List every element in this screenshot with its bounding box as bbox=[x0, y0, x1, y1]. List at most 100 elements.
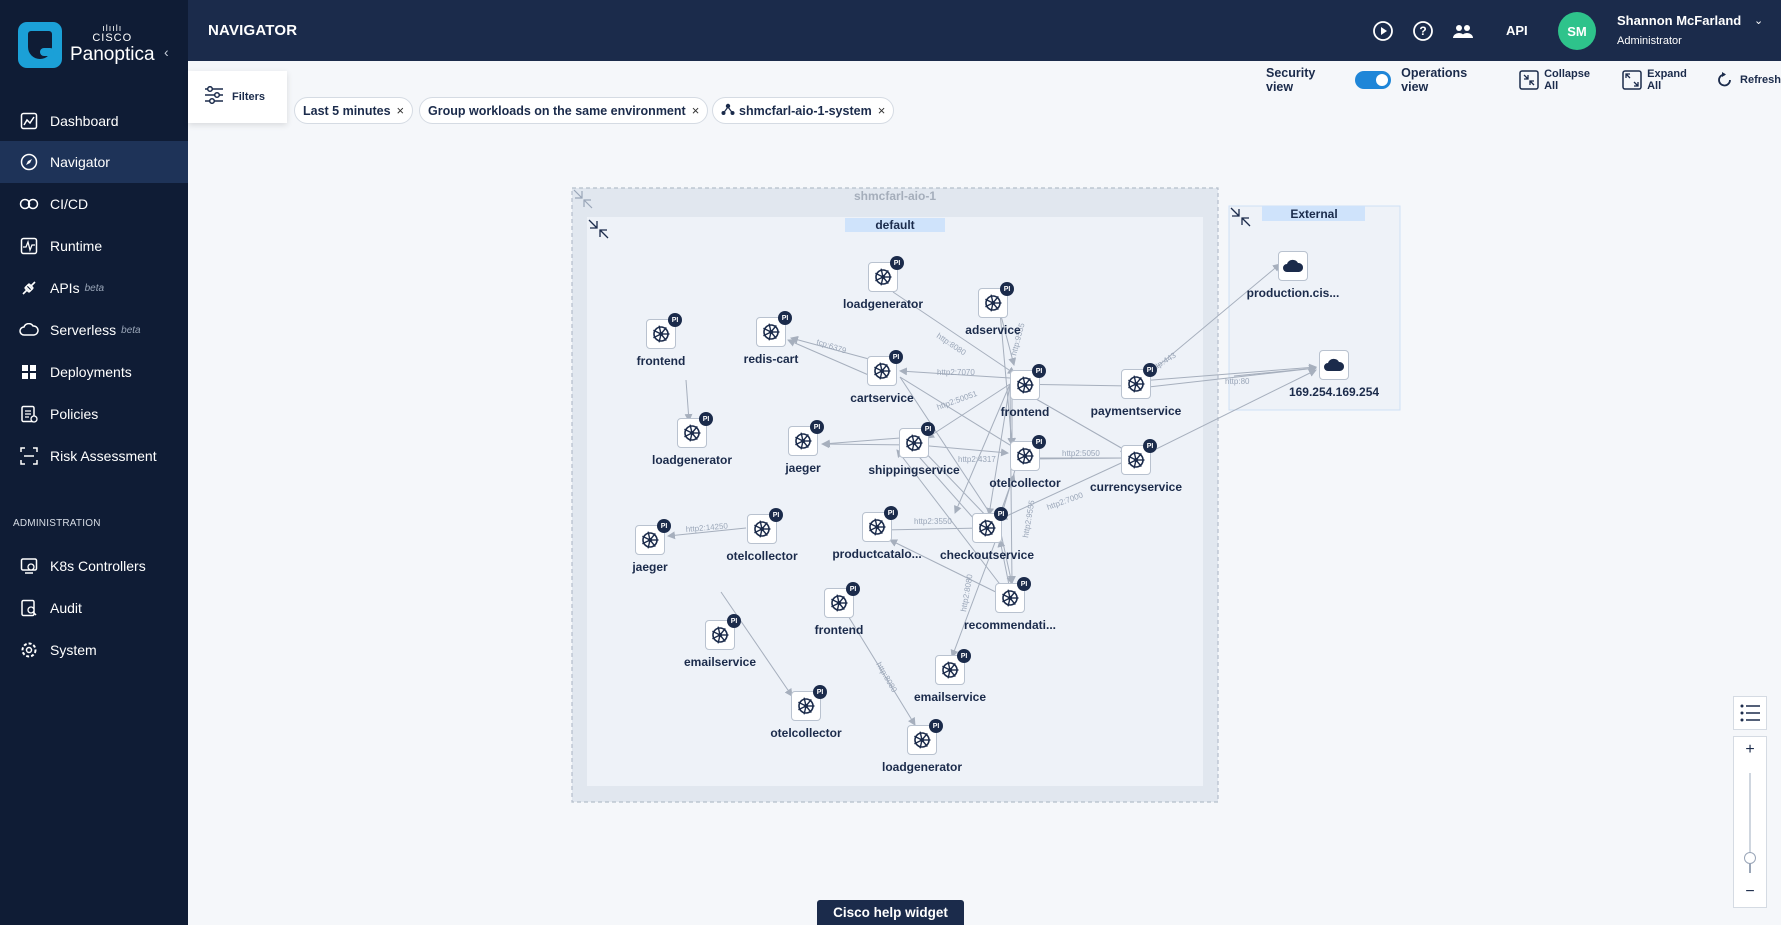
sidebar-item-runtime[interactable]: Runtime bbox=[0, 225, 188, 267]
close-icon[interactable]: × bbox=[878, 103, 886, 118]
workload-node-otel1[interactable]: PI bbox=[1010, 435, 1046, 471]
workload-node-label[interactable]: recommendati... bbox=[964, 618, 1056, 632]
workload-node-label[interactable]: emailservice bbox=[914, 690, 986, 704]
workload-node-ad[interactable]: PI bbox=[978, 282, 1014, 318]
workload-node-label[interactable]: frontend bbox=[637, 354, 686, 368]
workload-node-otel2[interactable]: PI bbox=[747, 508, 783, 544]
workload-node-lg1[interactable]: PI bbox=[868, 256, 904, 292]
workload-node-ship[interactable]: PI bbox=[899, 422, 935, 458]
workload-node-email2[interactable]: PI bbox=[935, 649, 971, 685]
sidebar-item-risk-assessment[interactable]: Risk Assessment bbox=[0, 435, 188, 477]
workload-node-email1[interactable]: PI bbox=[705, 614, 741, 650]
operations-view-label[interactable]: Operations view bbox=[1401, 66, 1497, 94]
user-name[interactable]: Shannon McFarland bbox=[1617, 13, 1741, 28]
workload-node-label[interactable]: loadgenerator bbox=[652, 453, 732, 467]
workload-node-label[interactable]: currencyservice bbox=[1090, 480, 1182, 494]
sidebar-item-serverless[interactable]: Serverless beta bbox=[0, 309, 188, 351]
workload-node-rec[interactable]: PI bbox=[995, 577, 1031, 613]
workload-node-label[interactable]: frontend bbox=[815, 623, 864, 637]
refresh-button[interactable]: Refresh bbox=[1715, 70, 1781, 90]
brand[interactable]: ılıılı CISCO Panoptica bbox=[18, 22, 155, 68]
runtime-chart-icon bbox=[18, 235, 40, 257]
zoom-thumb[interactable] bbox=[1744, 852, 1756, 864]
cluster-collapse-icon[interactable] bbox=[573, 189, 593, 209]
chip-label: Group workloads on the same environment bbox=[428, 103, 686, 118]
cluster-node-icon bbox=[721, 102, 735, 119]
workload-node-prod[interactable]: PI bbox=[862, 506, 898, 542]
close-icon[interactable]: × bbox=[692, 103, 700, 118]
sidebar-item-deployments[interactable]: Deployments bbox=[0, 351, 188, 393]
workload-node-label[interactable]: frontend bbox=[1001, 405, 1050, 419]
workload-node-jg2[interactable]: PI bbox=[635, 519, 671, 555]
workload-node-label[interactable]: otelcollector bbox=[989, 476, 1060, 490]
workload-node-label[interactable]: otelcollector bbox=[770, 726, 841, 740]
namespace-collapse-icon[interactable] bbox=[588, 219, 609, 239]
pi-badge: PI bbox=[810, 420, 824, 434]
workload-node-curr[interactable]: PI bbox=[1121, 439, 1157, 475]
workload-node-label[interactable]: adservice bbox=[965, 323, 1020, 337]
sidebar-item-navigator[interactable]: Navigator bbox=[0, 141, 188, 183]
workload-node-fe2[interactable]: PI bbox=[1010, 364, 1046, 400]
collapse-all-button[interactable]: Collapse All bbox=[1519, 68, 1606, 92]
edge-label: http:8080 bbox=[935, 331, 968, 357]
sidebar-item-audit[interactable]: Audit bbox=[0, 587, 188, 629]
filters-button[interactable]: Filters bbox=[188, 71, 287, 123]
kubernetes-wheel-icon bbox=[829, 593, 849, 613]
workload-node-label[interactable]: loadgenerator bbox=[882, 760, 962, 774]
pi-badge: PI bbox=[813, 685, 827, 699]
legend-list-button[interactable] bbox=[1733, 696, 1767, 730]
workload-node-jg1[interactable]: PI bbox=[788, 420, 824, 456]
help-widget-button[interactable]: Cisco help widget bbox=[817, 900, 964, 925]
sidebar-item-apis[interactable]: APIs beta bbox=[0, 267, 188, 309]
external-collapse-icon[interactable] bbox=[1230, 207, 1251, 227]
workload-node-label[interactable]: emailservice bbox=[684, 655, 756, 669]
sidebar-item-cicd[interactable]: CI/CD bbox=[0, 183, 188, 225]
users-icon[interactable] bbox=[1450, 18, 1476, 44]
help-icon[interactable]: ? bbox=[1410, 18, 1436, 44]
workload-node-lg2[interactable]: PI bbox=[677, 412, 713, 448]
play-tour-icon[interactable] bbox=[1370, 18, 1396, 44]
avatar[interactable]: SM bbox=[1558, 12, 1596, 50]
workload-node-label[interactable]: otelcollector bbox=[726, 549, 797, 563]
workload-node-label[interactable]: paymentservice bbox=[1091, 404, 1182, 418]
workload-node-co[interactable]: PI bbox=[972, 507, 1008, 543]
workload-node-label[interactable]: cartservice bbox=[850, 391, 913, 405]
workload-node-label[interactable]: redis-cart bbox=[744, 352, 799, 366]
workload-node-label[interactable]: jaeger bbox=[632, 560, 667, 574]
sidebar-collapse-button[interactable]: ‹ bbox=[164, 44, 169, 60]
sidebar-item-policies[interactable]: Policies bbox=[0, 393, 188, 435]
sidebar-item-system[interactable]: System bbox=[0, 629, 188, 671]
external-node-ext1[interactable] bbox=[1278, 251, 1308, 281]
kubernetes-wheel-icon bbox=[761, 322, 781, 342]
sidebar-item-label: CI/CD bbox=[50, 196, 89, 212]
workload-node-cart[interactable]: PI bbox=[867, 350, 903, 386]
workload-node-pay[interactable]: PI bbox=[1121, 363, 1157, 399]
workload-node-label[interactable]: shippingservice bbox=[868, 463, 959, 477]
view-toggle[interactable] bbox=[1355, 71, 1392, 89]
sidebar-item-dashboard[interactable]: Dashboard bbox=[0, 100, 188, 142]
svg-text:?: ? bbox=[1419, 24, 1426, 38]
security-view-label[interactable]: Security view bbox=[1266, 66, 1345, 94]
chevron-down-icon[interactable]: ⌄ bbox=[1754, 14, 1763, 27]
zoom-out-button[interactable]: − bbox=[1734, 883, 1766, 903]
external-node-label[interactable]: 169.254.169.254 bbox=[1289, 385, 1379, 399]
cisco-bars-logo: ılıılı bbox=[102, 23, 123, 33]
workload-node-lg3[interactable]: PI bbox=[907, 719, 943, 755]
workload-node-otel3[interactable]: PI bbox=[791, 685, 827, 721]
kubernetes-wheel-icon bbox=[873, 267, 893, 287]
workload-node-label[interactable]: jaeger bbox=[785, 461, 820, 475]
external-box bbox=[1228, 205, 1401, 411]
workload-node-redis[interactable]: PI bbox=[756, 311, 792, 347]
close-icon[interactable]: × bbox=[397, 103, 405, 118]
workload-node-fe3[interactable]: PI bbox=[824, 582, 860, 618]
api-link[interactable]: API bbox=[1506, 23, 1528, 38]
workload-node-label[interactable]: loadgenerator bbox=[843, 297, 923, 311]
expand-all-button[interactable]: Expand All bbox=[1622, 68, 1703, 92]
external-node-ext2[interactable] bbox=[1319, 350, 1349, 380]
external-node-label[interactable]: production.cis... bbox=[1247, 286, 1340, 300]
workload-node-label[interactable]: productcatalo... bbox=[832, 547, 921, 561]
sidebar-item-k8s-controllers[interactable]: K8s Controllers bbox=[0, 545, 188, 587]
workload-node-fe1[interactable]: PI bbox=[646, 313, 682, 349]
zoom-in-button[interactable]: + bbox=[1734, 741, 1766, 761]
workload-node-label[interactable]: checkoutservice bbox=[940, 548, 1034, 562]
